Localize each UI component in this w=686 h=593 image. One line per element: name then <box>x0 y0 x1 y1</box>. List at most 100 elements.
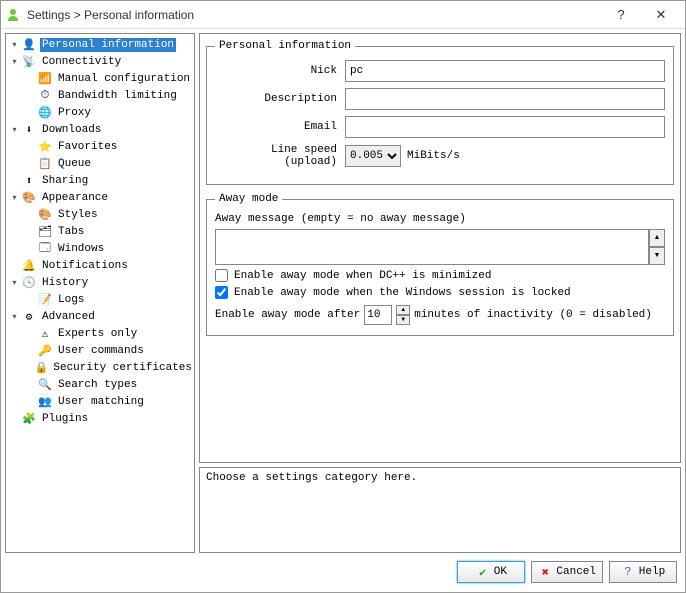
expander-icon <box>10 261 19 270</box>
expander-icon <box>26 159 35 168</box>
sidebar-item-label: Favorites <box>56 140 119 154</box>
away-locked-label: Enable away mode when the Windows sessio… <box>234 287 571 299</box>
description-label: Description <box>215 93 345 105</box>
app-icon <box>5 7 21 23</box>
sidebar-item-label: Downloads <box>40 123 103 137</box>
description-input[interactable] <box>345 88 665 110</box>
sidebar-item-advanced[interactable]: ▾⚙Advanced <box>6 308 194 325</box>
star-icon: ⭐ <box>37 139 53 155</box>
sidebar-item-tabs[interactable]: 🗂Tabs <box>6 223 194 240</box>
lock-icon: 🔒 <box>35 360 49 376</box>
expander-icon <box>26 380 35 389</box>
sidebar-item-user-matching[interactable]: 👥User matching <box>6 393 194 410</box>
sidebar-item-queue[interactable]: 📋Queue <box>6 155 194 172</box>
sidebar-item-styles[interactable]: 🎨Styles <box>6 206 194 223</box>
sidebar-item-label: Sharing <box>40 174 90 188</box>
away-mode-legend: Away mode <box>215 193 282 205</box>
cross-icon: ✖ <box>538 565 552 579</box>
scroll-up-icon[interactable]: ▲ <box>649 229 665 247</box>
description-text: Choose a settings category here. <box>206 472 417 484</box>
sidebar-item-label: Search types <box>56 378 139 392</box>
spin-up-icon[interactable]: ▲ <box>396 305 410 315</box>
antenna-icon: 📡 <box>21 54 37 70</box>
content-area: ▾👤Personal information▾📡Connectivity📶Man… <box>1 29 685 557</box>
expander-icon <box>26 74 35 83</box>
away-message-scroll[interactable]: ▲ ▼ <box>649 229 665 265</box>
away-mode-group: Away mode Away message (empty = no away … <box>206 193 674 336</box>
email-input[interactable] <box>345 116 665 138</box>
ok-button[interactable]: ✔ OK <box>457 561 525 583</box>
sidebar-item-appearance[interactable]: ▾🎨Appearance <box>6 189 194 206</box>
sidebar-item-favorites[interactable]: ⭐Favorites <box>6 138 194 155</box>
expander-icon <box>26 91 35 100</box>
person-icon: 👤 <box>21 37 37 53</box>
paint-icon: 🎨 <box>37 207 53 223</box>
away-locked-checkbox[interactable] <box>215 286 228 299</box>
help-button[interactable]: ? Help <box>609 561 677 583</box>
sidebar-item-manual-configuration[interactable]: 📶Manual configuration <box>6 70 194 87</box>
sidebar-item-plugins[interactable]: 🧩Plugins <box>6 410 194 427</box>
scroll-down-icon[interactable]: ▼ <box>649 247 665 265</box>
sidebar-item-label: Notifications <box>40 259 130 273</box>
line-speed-unit: MiBits/s <box>407 150 460 162</box>
users-icon: 👥 <box>37 394 53 410</box>
sidebar-item-label: Manual configuration <box>56 72 192 86</box>
inactivity-input[interactable] <box>364 305 392 325</box>
key-icon: 🔑 <box>37 343 53 359</box>
sidebar-item-experts-only[interactable]: ⚠Experts only <box>6 325 194 342</box>
window-title: Settings > Personal information <box>27 8 601 22</box>
cancel-button[interactable]: ✖ Cancel <box>531 561 603 583</box>
sidebar-item-sharing[interactable]: ⬆Sharing <box>6 172 194 189</box>
globe-icon: 🌐 <box>37 105 53 121</box>
sidebar-item-downloads[interactable]: ▾⬇Downloads <box>6 121 194 138</box>
nick-label: Nick <box>215 65 345 77</box>
away-message-input[interactable] <box>215 229 649 265</box>
download-icon: ⬇ <box>21 122 37 138</box>
sidebar-item-proxy[interactable]: 🌐Proxy <box>6 104 194 121</box>
close-button[interactable]: ✕ <box>641 2 681 28</box>
sidebar-item-label: User commands <box>56 344 146 358</box>
expander-icon[interactable]: ▾ <box>10 278 19 287</box>
sidebar-item-label: Connectivity <box>40 55 123 69</box>
expander-icon <box>26 210 35 219</box>
spin-down-icon[interactable]: ▼ <box>396 315 410 325</box>
button-bar: ✔ OK ✖ Cancel ? Help <box>1 557 685 587</box>
bell-icon: 🔔 <box>21 258 37 274</box>
inactivity-suffix: minutes of inactivity (0 = disabled) <box>414 309 652 321</box>
expander-icon[interactable]: ▾ <box>10 40 19 49</box>
tabs-icon: 🗂 <box>37 224 53 240</box>
sidebar-item-logs[interactable]: 📝Logs <box>6 291 194 308</box>
sidebar-item-label: Bandwidth limiting <box>56 89 179 103</box>
category-tree[interactable]: ▾👤Personal information▾📡Connectivity📶Man… <box>5 33 195 553</box>
sidebar-item-security-certificates[interactable]: 🔒Security certificates <box>6 359 194 376</box>
sidebar-item-user-commands[interactable]: 🔑User commands <box>6 342 194 359</box>
sidebar-item-label: Logs <box>56 293 86 307</box>
search-icon: 🔍 <box>37 377 53 393</box>
nick-input[interactable] <box>345 60 665 82</box>
sidebar-item-history[interactable]: ▾🕓History <box>6 274 194 291</box>
away-minimized-checkbox[interactable] <box>215 269 228 282</box>
sidebar-item-search-types[interactable]: 🔍Search types <box>6 376 194 393</box>
sidebar-item-connectivity[interactable]: ▾📡Connectivity <box>6 53 194 70</box>
expander-icon[interactable]: ▾ <box>10 193 19 202</box>
expander-icon[interactable]: ▾ <box>10 312 19 321</box>
expander-icon <box>26 346 35 355</box>
sidebar-item-windows[interactable]: 🗔Windows <box>6 240 194 257</box>
sidebar-item-label: Tabs <box>56 225 86 239</box>
expander-icon <box>26 244 35 253</box>
satellite-icon: 📶 <box>37 71 53 87</box>
expander-icon <box>26 329 35 338</box>
titlebar: Settings > Personal information ? ✕ <box>1 1 685 29</box>
description-panel: Choose a settings category here. <box>199 467 681 553</box>
sidebar-item-bandwidth-limiting[interactable]: ⏱Bandwidth limiting <box>6 87 194 104</box>
line-speed-select[interactable]: 0.005 <box>345 145 401 167</box>
help-button[interactable]: ? <box>601 2 641 28</box>
sidebar-item-personal-information[interactable]: ▾👤Personal information <box>6 36 194 53</box>
expander-icon[interactable]: ▾ <box>10 125 19 134</box>
expander-icon[interactable]: ▾ <box>10 57 19 66</box>
sidebar-item-notifications[interactable]: 🔔Notifications <box>6 257 194 274</box>
sidebar-item-label: Appearance <box>40 191 110 205</box>
inactivity-spinner[interactable]: ▲ ▼ <box>396 305 410 325</box>
email-label: Email <box>215 121 345 133</box>
expander-icon <box>26 363 33 372</box>
